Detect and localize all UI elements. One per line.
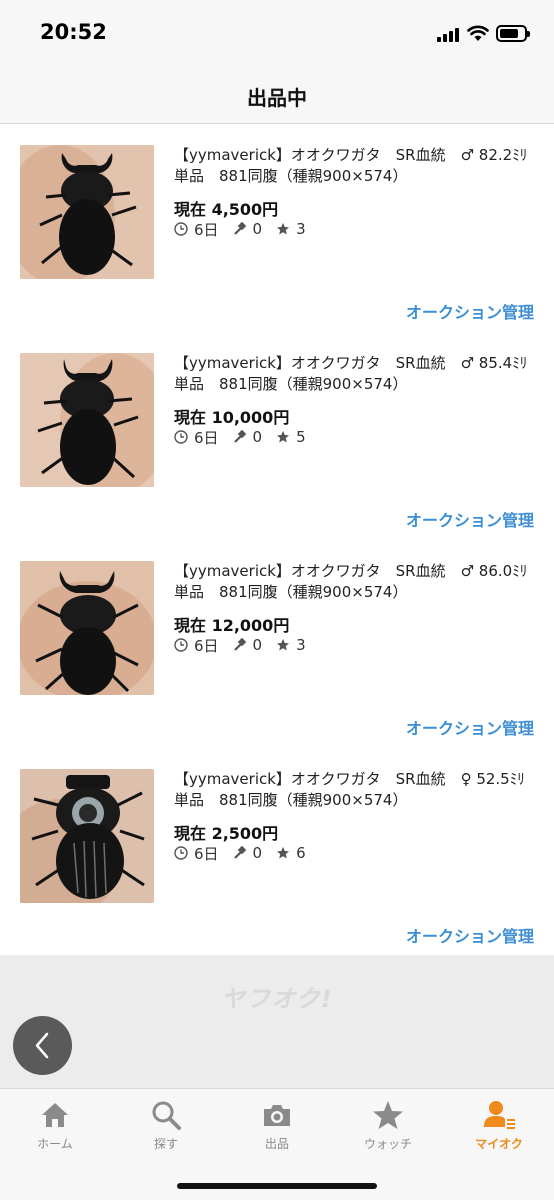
star-icon [373,1101,403,1129]
tab-label: 探す [153,1137,178,1151]
bid-count: 0 [252,428,263,446]
cellular-signal-icon [437,27,459,42]
status-bar: 20:52 [0,0,554,66]
home-indicator [177,1183,377,1189]
auction-manage-link[interactable]: オークション管理 [406,299,534,323]
bid-count: 0 [252,844,263,862]
auction-manage-link[interactable]: オークション管理 [406,507,534,531]
home-icon [42,1103,68,1127]
wifi-icon [467,25,489,41]
gavel-icon [233,638,246,651]
star-icon [277,223,290,235]
listing-title[interactable]: 【yymaverick】オオクワガタ SR血統 ♂ 82.2ﾐﾘ単品 881同腹… [174,145,534,187]
time-left: 6日 [194,636,219,655]
gavel-icon [233,430,246,443]
footer-area: ヤフオク! [0,955,554,1088]
gavel-icon [233,222,246,235]
tab-watch[interactable]: ウォッチ [333,1099,443,1152]
time-left: 6日 [194,844,219,863]
tab-label: マイオク [475,1137,523,1151]
listing-item[interactable]: 【yymaverick】オオクワガタ SR血統 ♂ 82.2ﾐﾘ単品 881同腹… [0,125,554,333]
current-price: 現在 4,500円 [174,200,279,219]
current-price: 現在 2,500円 [174,824,279,843]
bid-count: 0 [252,220,263,238]
listing-meta: 6日 0 3 [174,635,320,655]
auction-manage-link[interactable]: オークション管理 [406,715,534,739]
listing-title[interactable]: 【yymaverick】オオクワガタ SR血統 ♀ 52.5ﾐﾘ単品 881同腹… [174,769,534,811]
auction-manage-link[interactable]: オークション管理 [406,923,534,947]
clock-icon [174,430,188,444]
beetle-photo[interactable] [20,769,154,903]
nav-bar: 出品中 [0,66,554,124]
tab-label: 出品 [264,1137,289,1151]
beetle-photo[interactable] [20,145,154,279]
listing-title[interactable]: 【yymaverick】オオクワガタ SR血統 ♂ 86.0ﾐﾘ 単品 881同… [174,561,542,603]
listing-item[interactable]: 【yymaverick】オオクワガタ SR血統 ♀ 52.5ﾐﾘ単品 881同腹… [0,749,554,957]
beetle-photo[interactable] [20,561,154,695]
search-icon [152,1101,181,1130]
star-icon [277,431,290,443]
current-price: 現在 12,000円 [174,616,290,635]
listing-item[interactable]: 【yymaverick】オオクワガタ SR血統 ♂ 85.4ﾐﾘ 単品 881同… [0,333,554,541]
time-left: 6日 [194,428,219,447]
battery-icon [496,25,530,42]
yafuoku-logo: ヤフオク! [221,985,333,1013]
listing-meta: 6日 0 5 [174,427,320,447]
listing-meta: 6日 0 6 [174,843,320,863]
back-button[interactable] [13,1016,72,1075]
beetle-photo[interactable] [20,353,154,487]
watch-count: 6 [296,844,306,862]
clock-icon [174,638,188,652]
tab-home[interactable]: ホーム [0,1099,110,1152]
user-icon [484,1101,515,1129]
listing-item[interactable]: 【yymaverick】オオクワガタ SR血統 ♂ 86.0ﾐﾘ 単品 881同… [0,541,554,749]
current-price: 現在 10,000円 [174,408,290,427]
gavel-icon [233,846,246,859]
watch-count: 3 [296,220,306,238]
tab-sell[interactable]: 出品 [222,1099,332,1152]
clock-icon [174,222,188,236]
star-icon [277,639,290,651]
clock-icon [174,846,188,860]
watch-count: 3 [296,636,306,654]
time-left: 6日 [194,220,219,239]
chevron-left-icon [35,1032,49,1059]
bid-count: 0 [252,636,263,654]
star-icon [277,847,290,859]
watch-count: 5 [296,428,306,446]
page-title: 出品中 [247,86,307,110]
listing-meta: 6日 0 3 [174,219,320,239]
tab-myauction[interactable]: マイオク [444,1099,554,1152]
listing-title[interactable]: 【yymaverick】オオクワガタ SR血統 ♂ 85.4ﾐﾘ 単品 881同… [174,353,542,395]
status-time: 20:52 [40,20,107,44]
tab-label: ウォッチ [363,1137,412,1151]
tab-search[interactable]: 探す [111,1099,221,1152]
tab-label: ホーム [37,1137,73,1151]
camera-icon [264,1105,290,1126]
